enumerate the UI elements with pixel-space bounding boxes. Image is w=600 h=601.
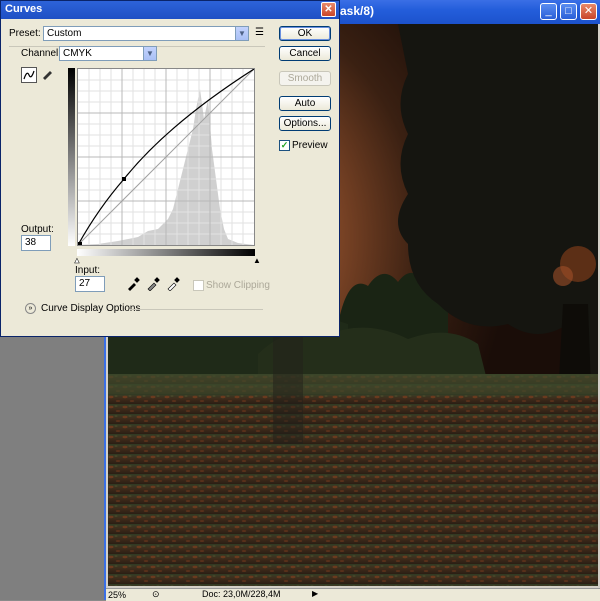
- document-info: Doc: 23,0M/228,4M: [202, 589, 281, 599]
- ok-button[interactable]: OK: [279, 26, 331, 41]
- output-field[interactable]: 38: [21, 235, 51, 251]
- input-label: Input:: [75, 265, 101, 276]
- curve-display-options-label[interactable]: Curve Display Options: [41, 303, 140, 314]
- expand-options-icon[interactable]: »: [25, 303, 36, 314]
- white-eyedropper-icon[interactable]: [165, 277, 181, 293]
- output-label: Output:: [21, 224, 54, 235]
- pencil-icon[interactable]: [39, 67, 55, 83]
- auto-button[interactable]: Auto: [279, 96, 331, 111]
- status-icon[interactable]: ⊙: [152, 589, 160, 600]
- maximize-button[interactable]: □: [560, 3, 577, 20]
- zoom-field[interactable]: 25%: [108, 590, 146, 600]
- curve-grid: [77, 68, 255, 246]
- output-gradient-bar: [68, 68, 75, 246]
- show-clipping-label: Show Clipping: [206, 280, 270, 291]
- dialog-titlebar[interactable]: Curves ✕: [1, 1, 339, 19]
- document-title: ask/8): [340, 4, 375, 18]
- preset-value: Custom: [47, 28, 82, 39]
- curves-dialog: Curves ✕ Preset: Custom ▼ ☰ Channel: CMY…: [0, 0, 340, 337]
- preset-dropdown[interactable]: Custom ▼: [43, 26, 249, 41]
- chevron-down-icon: ▼: [235, 27, 248, 40]
- preview-label: Preview: [292, 140, 328, 151]
- document-statusbar: 25% ⊙ Doc: 23,0M/228,4M ▶: [106, 588, 600, 601]
- preset-label: Preset:: [9, 28, 41, 39]
- curve-graph[interactable]: [77, 68, 255, 246]
- close-button[interactable]: ✕: [321, 2, 336, 17]
- preset-menu-icon[interactable]: ☰: [255, 27, 264, 38]
- smooth-button[interactable]: Smooth: [279, 71, 331, 86]
- close-button[interactable]: ✕: [580, 3, 597, 20]
- minimize-button[interactable]: _: [540, 3, 557, 20]
- gray-eyedropper-icon[interactable]: [145, 277, 161, 293]
- channel-dropdown[interactable]: CMYK ▼: [59, 46, 157, 61]
- cancel-button[interactable]: Cancel: [279, 46, 331, 61]
- status-menu-arrow[interactable]: ▶: [312, 589, 318, 598]
- input-field[interactable]: 27: [75, 276, 105, 292]
- curve-point-selected[interactable]: [122, 177, 126, 181]
- channel-value: CMYK: [63, 48, 92, 59]
- divider: [129, 309, 263, 310]
- channel-label: Channel:: [21, 48, 62, 59]
- show-clipping-checkbox[interactable]: [193, 280, 204, 291]
- curve-tool-icon[interactable]: [21, 67, 37, 83]
- input-gradient-bar: [77, 249, 255, 256]
- options-button[interactable]: Options...: [279, 116, 331, 131]
- black-point-slider[interactable]: ▲: [73, 256, 81, 266]
- white-point-slider[interactable]: ▲: [253, 256, 261, 265]
- chevron-down-icon: ▼: [143, 47, 156, 60]
- black-eyedropper-icon[interactable]: [125, 277, 141, 293]
- dialog-title: Curves: [5, 3, 43, 15]
- curve-point[interactable]: [78, 242, 82, 246]
- preview-checkbox[interactable]: ✓: [279, 140, 290, 151]
